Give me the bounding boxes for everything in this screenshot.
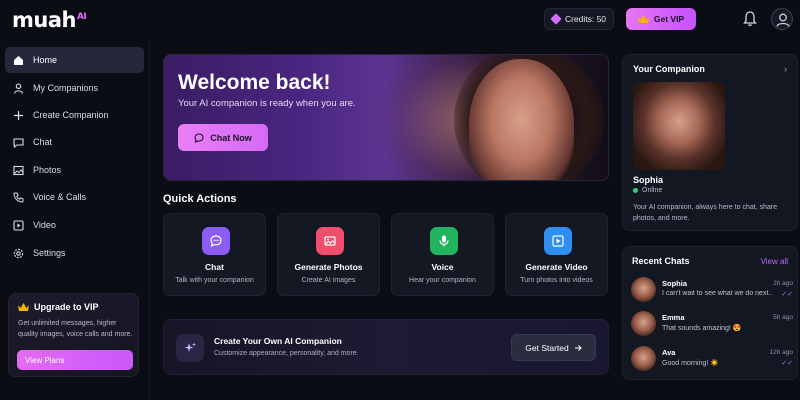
sidebar-item-home[interactable]: Home bbox=[5, 47, 144, 73]
chat-timestamp: 2h ago bbox=[773, 280, 793, 287]
sidebar-item-photos[interactable]: Photos bbox=[5, 157, 144, 183]
chat-timestamp: 5h ago bbox=[773, 314, 793, 321]
microphone-icon bbox=[430, 227, 458, 255]
quick-action-generate-video[interactable]: Generate Video Turn photos into videos bbox=[505, 213, 608, 296]
chat-bubble-icon bbox=[194, 132, 204, 143]
your-companion-card[interactable]: Your Companion › Sophia Online Your AI c… bbox=[622, 54, 798, 231]
home-icon bbox=[14, 55, 23, 65]
quick-action-chat[interactable]: Chat Talk with your companion bbox=[163, 213, 266, 296]
chat-icon bbox=[13, 137, 24, 148]
vip-title: Upgrade to VIP bbox=[34, 302, 99, 312]
companion-status: Online bbox=[633, 187, 662, 194]
double-check-icon: ✓✓ bbox=[781, 360, 793, 367]
get-vip-button[interactable]: Get VIP bbox=[626, 8, 696, 30]
gem-icon bbox=[550, 13, 562, 25]
person-icon bbox=[13, 83, 24, 94]
quick-action-voice[interactable]: Voice Hear your companion bbox=[391, 213, 494, 296]
chat-contact-name: Ava bbox=[662, 348, 676, 357]
double-check-icon: ✓✓ bbox=[781, 291, 793, 298]
companion-card-title: Your Companion bbox=[633, 64, 705, 74]
image-icon bbox=[13, 165, 24, 175]
hero-title: Welcome back! bbox=[178, 71, 331, 94]
recent-chats-title: Recent Chats bbox=[632, 256, 690, 266]
create-banner-desc: Customize appearance, personality, and m… bbox=[214, 350, 359, 357]
get-vip-label: Get VIP bbox=[653, 14, 685, 24]
chevron-right-icon[interactable]: › bbox=[784, 64, 787, 74]
quick-action-title: Generate Photos bbox=[294, 262, 363, 272]
quick-action-title: Chat bbox=[205, 262, 224, 272]
hero-portrait bbox=[469, 59, 574, 180]
recent-chats-card: Recent Chats View all Sophia I can't wai… bbox=[622, 246, 798, 380]
view-plans-button[interactable]: View Plans bbox=[17, 350, 133, 370]
sparkle-icon bbox=[176, 334, 204, 362]
user-icon bbox=[776, 13, 790, 27]
quick-action-desc: Talk with your companion bbox=[175, 277, 254, 284]
companion-photo[interactable] bbox=[633, 82, 725, 170]
welcome-hero: Welcome back! Your AI companion is ready… bbox=[163, 54, 609, 181]
upgrade-vip-card: Upgrade to VIP Get unlimited messages, h… bbox=[8, 293, 139, 377]
quick-action-title: Voice bbox=[431, 262, 454, 272]
sidebar-item-settings[interactable]: Settings bbox=[5, 240, 144, 266]
quick-action-generate-photos[interactable]: Generate Photos Create AI images bbox=[277, 213, 380, 296]
companion-description: Your AI companion, always here to chat, … bbox=[633, 204, 778, 222]
chat-timestamp: 12h ago bbox=[769, 349, 794, 356]
phone-icon bbox=[13, 192, 24, 203]
bell-icon[interactable] bbox=[743, 11, 757, 27]
plus-icon bbox=[14, 110, 23, 120]
gear-icon bbox=[13, 248, 24, 258]
sidebar-item-video[interactable]: Video bbox=[5, 212, 144, 238]
video-icon bbox=[13, 219, 24, 231]
arrow-right-icon bbox=[574, 344, 582, 351]
get-started-label: Get Started bbox=[525, 342, 569, 353]
online-dot-icon bbox=[633, 188, 638, 193]
create-companion-banner: Create Your Own AI Companion Customize a… bbox=[163, 319, 609, 375]
credits-label: Credits: 50 bbox=[564, 14, 607, 24]
crown-icon bbox=[637, 15, 649, 23]
user-avatar-button[interactable] bbox=[771, 8, 793, 30]
chat-contact-name: Emma bbox=[662, 313, 685, 322]
sidebar-item-create-companion[interactable]: Create Companion bbox=[5, 102, 144, 128]
avatar bbox=[631, 346, 656, 371]
play-icon bbox=[544, 227, 572, 255]
quick-action-desc: Hear your companion bbox=[409, 277, 476, 284]
avatar bbox=[631, 311, 656, 336]
sidebar: Home My Companions Create Companion Chat… bbox=[0, 40, 150, 400]
get-started-button[interactable]: Get Started bbox=[511, 334, 596, 361]
recent-chat-row[interactable]: Sophia I can't wait to see what we do ne… bbox=[631, 277, 793, 305]
chat-contact-name: Sophia bbox=[662, 279, 688, 288]
recent-chat-row[interactable]: Ava Good morning! ☀️ 12h ago ✓✓ bbox=[631, 346, 793, 374]
quick-actions-title: Quick Actions bbox=[163, 193, 237, 205]
top-bar: muahAI Credits: 50 Get VIP bbox=[0, 0, 800, 40]
quick-action-desc: Create AI images bbox=[301, 277, 356, 284]
create-banner-title: Create Your Own AI Companion bbox=[214, 336, 342, 346]
quick-action-title: Generate Video bbox=[525, 262, 588, 272]
sidebar-item-voice-calls[interactable]: Voice & Calls bbox=[5, 184, 144, 210]
quick-action-desc: Turn photos into videos bbox=[520, 277, 593, 284]
app-logo[interactable]: muahAI bbox=[12, 8, 87, 32]
image-icon bbox=[316, 227, 344, 255]
chat-last-message: I can't wait to see what we do next... bbox=[662, 290, 772, 297]
chat-now-label: Chat Now bbox=[210, 132, 252, 143]
credits-badge[interactable]: Credits: 50 bbox=[544, 8, 614, 30]
sidebar-item-chat[interactable]: Chat bbox=[5, 129, 144, 155]
view-all-link[interactable]: View all bbox=[761, 257, 788, 266]
chat-last-message: Good morning! ☀️ bbox=[662, 360, 719, 367]
vip-description: Get unlimited messages, higher quality i… bbox=[18, 320, 133, 338]
chat-last-message: That sounds amazing! 😍 bbox=[662, 325, 742, 332]
avatar bbox=[631, 277, 656, 302]
chat-bubble-icon bbox=[202, 227, 230, 255]
chat-now-button[interactable]: Chat Now bbox=[178, 124, 268, 151]
hero-subtitle: Your AI companion is ready when you are. bbox=[178, 98, 356, 109]
sidebar-item-my-companions[interactable]: My Companions bbox=[5, 75, 144, 101]
crown-icon bbox=[18, 303, 29, 311]
recent-chat-row[interactable]: Emma That sounds amazing! 😍 5h ago bbox=[631, 311, 793, 339]
companion-name: Sophia bbox=[633, 175, 664, 185]
